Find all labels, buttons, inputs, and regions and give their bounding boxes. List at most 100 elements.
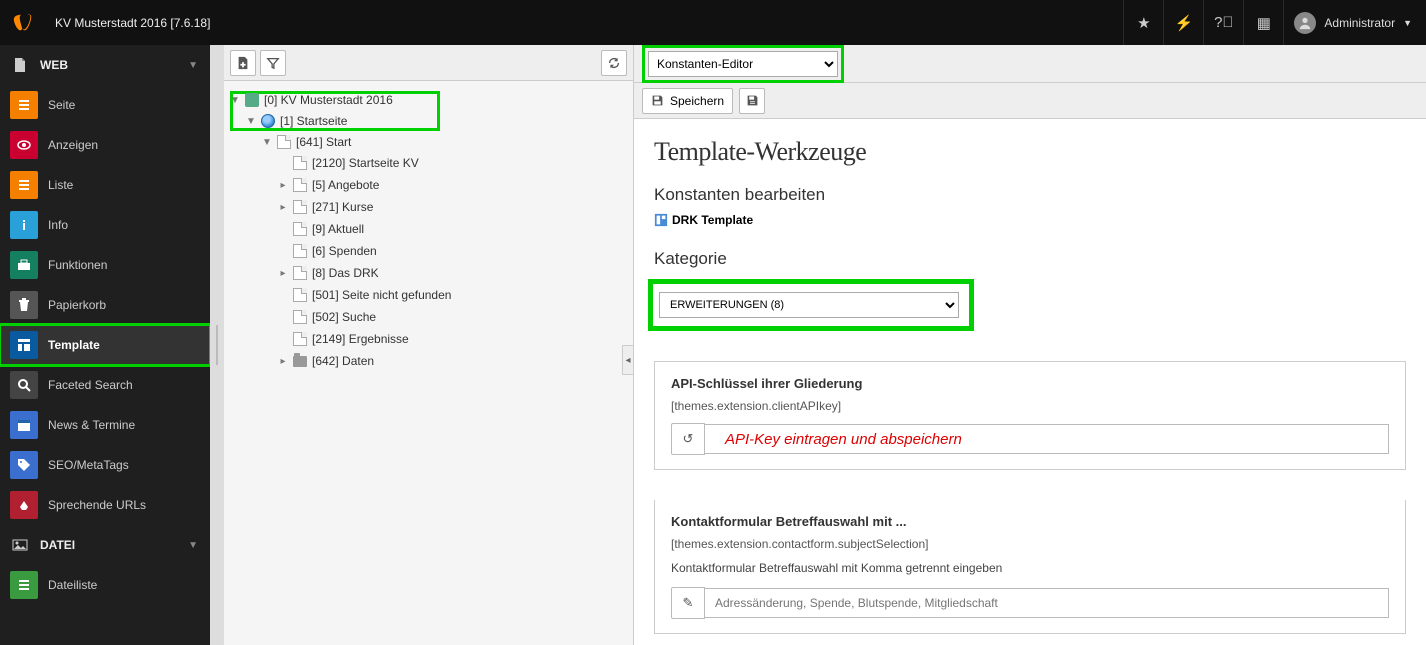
highlight-marker: ERWEITERUNGEN (8)	[648, 279, 974, 331]
field-title: Kontaktformular Betreffauswahl mit ...	[671, 514, 1389, 529]
edit-button[interactable]: ✎	[671, 587, 705, 619]
module-recycler[interactable]: Papierkorb	[0, 285, 210, 325]
module-page[interactable]: Seite	[0, 85, 210, 125]
template-icon	[654, 213, 668, 227]
list-icon	[10, 171, 38, 199]
tree-node[interactable]: [6] Spenden	[278, 241, 627, 261]
image-icon	[12, 537, 40, 553]
tree-node-startseite[interactable]: ▼ [1] Startseite	[246, 111, 627, 131]
content-toolbar-secondary: Speichern	[634, 83, 1426, 119]
tree-node[interactable]: [2149] Ergebnisse	[278, 329, 627, 349]
typo3-logo[interactable]	[0, 0, 45, 45]
top-bar: KV Musterstadt 2016 [7.6.18] ★ ⚡ ?⃝ ▦ Ad…	[0, 0, 1426, 45]
expand-icon[interactable]: ▸	[278, 202, 288, 213]
expand-icon[interactable]: ▸	[278, 268, 288, 279]
save-button[interactable]: Speichern	[642, 88, 733, 114]
tree-node[interactable]: ▸[8] Das DRK	[278, 263, 627, 283]
page-icon	[292, 287, 308, 303]
module-filelist[interactable]: Dateiliste	[0, 565, 210, 605]
collapse-icon[interactable]: ▼	[246, 116, 256, 127]
module-view[interactable]: Anzeigen	[0, 125, 210, 165]
category-label: Kategorie	[654, 249, 1406, 269]
save-close-button[interactable]	[739, 88, 765, 114]
expand-icon[interactable]: ▸	[278, 356, 288, 367]
content-area: Konstanten-Editor Speichern Template-Wer…	[634, 45, 1426, 645]
field-path: [themes.extension.contactform.subjectSel…	[671, 537, 1389, 551]
editor-mode-select[interactable]: Konstanten-Editor	[648, 51, 838, 77]
contact-subject-input[interactable]	[705, 588, 1389, 618]
module-news[interactable]: News & Termine	[0, 405, 210, 445]
caret-down-icon: ▼	[188, 60, 198, 71]
app-icon[interactable]: ▦	[1243, 0, 1283, 45]
page-icon	[292, 177, 308, 193]
field-api-key: API-Schlüssel ihrer Gliederung [themes.e…	[654, 361, 1406, 470]
module-template[interactable]: Template	[0, 325, 210, 365]
page-icon	[292, 331, 308, 347]
module-seo[interactable]: SEO/MetaTags	[0, 445, 210, 485]
flash-icon[interactable]: ⚡	[1163, 0, 1203, 45]
folder-icon	[292, 353, 308, 369]
help-icon[interactable]: ?⃝	[1203, 0, 1243, 45]
tree-node[interactable]: ▸[5] Angebote	[278, 175, 627, 195]
save-icon	[651, 94, 664, 107]
field-contact-subject: Kontaktformular Betreffauswahl mit ... […	[654, 500, 1406, 634]
info-icon	[10, 211, 38, 239]
page-title: Template-Werkzeuge	[654, 137, 1406, 167]
search-icon	[10, 371, 38, 399]
file-icon	[12, 57, 40, 73]
tree-node[interactable]: [2120] Startseite KV	[278, 153, 627, 173]
page-icon	[292, 155, 308, 171]
filter-button[interactable]	[260, 50, 286, 76]
module-group-web[interactable]: WEB ▼	[0, 45, 210, 85]
page-icon	[292, 243, 308, 259]
field-path: [themes.extension.clientAPIkey]	[671, 399, 1389, 413]
link-icon	[10, 491, 38, 519]
tree-node[interactable]: [501] Seite nicht gefunden	[278, 285, 627, 305]
collapse-icon[interactable]: ▼	[262, 137, 272, 148]
page-icon	[292, 309, 308, 325]
module-info[interactable]: Info	[0, 205, 210, 245]
tree-root[interactable]: ▼ [0] KV Musterstadt 2016	[230, 90, 627, 110]
filelist-icon	[10, 571, 38, 599]
module-faceted-search[interactable]: Faceted Search	[0, 365, 210, 405]
revert-button[interactable]: ↺	[671, 423, 705, 455]
calendar-icon	[10, 411, 38, 439]
page-icon	[292, 265, 308, 281]
category-select[interactable]: ERWEITERUNGEN (8)	[659, 292, 959, 318]
trash-icon	[10, 291, 38, 319]
site-icon	[244, 92, 260, 108]
page-icon	[276, 134, 292, 150]
module-functions[interactable]: Funktionen	[0, 245, 210, 285]
refresh-button[interactable]	[601, 50, 627, 76]
bookmark-icon[interactable]: ★	[1123, 0, 1163, 45]
tree-node[interactable]: [9] Aktuell	[278, 219, 627, 239]
page-icon	[292, 199, 308, 215]
annotation-text: API-Key eintragen und abspeichern	[715, 431, 962, 448]
user-menu[interactable]: Administrator ▼	[1283, 0, 1426, 45]
tree-toolbar	[224, 45, 633, 81]
expand-icon[interactable]: ▸	[278, 180, 288, 191]
tag-icon	[10, 451, 38, 479]
module-group-file[interactable]: DATEI ▼	[0, 525, 210, 565]
collapse-icon[interactable]: ▼	[230, 95, 240, 106]
page-icon	[10, 91, 38, 119]
module-menu: WEB ▼ Seite Anzeigen Liste Info Funktion…	[0, 45, 210, 645]
caret-down-icon: ▼	[188, 540, 198, 551]
splitter[interactable]	[210, 45, 224, 645]
tree-node[interactable]: ▸[642] Daten	[278, 351, 627, 371]
user-label: Administrator	[1324, 16, 1395, 30]
tree-node[interactable]: ▼ [641] Start	[262, 132, 627, 152]
api-key-input[interactable]: API-Key eintragen und abspeichern	[705, 424, 1389, 454]
page-icon	[292, 221, 308, 237]
new-page-button[interactable]	[230, 50, 256, 76]
caret-down-icon: ▼	[1403, 18, 1412, 28]
eye-icon	[10, 131, 38, 159]
tree-node[interactable]: ▸[271] Kurse	[278, 197, 627, 217]
collapse-tree-button[interactable]: ◂	[622, 345, 634, 375]
field-title: API-Schlüssel ihrer Gliederung	[671, 376, 1389, 391]
page-tree-panel: ▼ [0] KV Musterstadt 2016 ▼ [1] Startsei…	[224, 45, 634, 645]
tree-node[interactable]: [502] Suche	[278, 307, 627, 327]
module-urls[interactable]: Sprechende URLs	[0, 485, 210, 525]
template-icon	[10, 331, 38, 359]
module-list[interactable]: Liste	[0, 165, 210, 205]
